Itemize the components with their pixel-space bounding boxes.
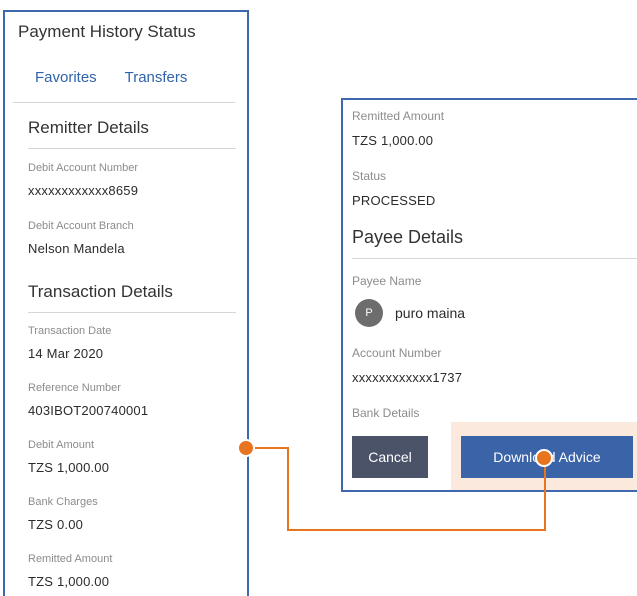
account-number-label: Account Number: [352, 346, 442, 360]
transaction-date-value: 14 Mar 2020: [28, 346, 104, 361]
callout-line: [287, 447, 289, 531]
payee-name-value: puro maina: [395, 305, 466, 321]
debit-account-branch-label: Debit Account Branch: [28, 220, 134, 232]
page-title: Payment History Status: [18, 22, 196, 41]
remitted-amount-label: Remitted Amount: [28, 553, 113, 565]
remitted-amount-value: TZS 1,000.00: [28, 574, 110, 589]
avatar: P: [355, 299, 383, 327]
tab-favorites[interactable]: Favorites: [35, 69, 97, 86]
divider: [13, 102, 235, 103]
remitted-amount-label: Remitted Amount: [352, 109, 445, 123]
bank-charges-value: TZS 0.00: [28, 517, 84, 532]
divider: [352, 258, 637, 259]
account-number-value: xxxxxxxxxxxx1737: [352, 370, 463, 385]
bank-charges-label: Bank Charges: [28, 496, 98, 508]
remitted-amount-value: TZS 1,000.00: [352, 133, 434, 148]
debit-amount-label: Debit Amount: [28, 439, 95, 451]
debit-account-branch-value: Nelson Mandela: [28, 241, 125, 256]
tab-bar: Favorites Transfers: [35, 69, 211, 86]
transaction-details-heading: Transaction Details: [28, 282, 173, 301]
callout-dot: [535, 449, 553, 467]
reference-number-label: Reference Number: [28, 382, 121, 394]
debit-account-number-value: xxxxxxxxxxxx8659: [28, 183, 139, 198]
cancel-button[interactable]: Cancel: [352, 436, 428, 478]
transaction-date-label: Transaction Date: [28, 325, 112, 337]
debit-account-number-label: Debit Account Number: [28, 162, 139, 174]
payee-details-heading: Payee Details: [352, 227, 464, 247]
divider: [28, 312, 236, 313]
payment-details-screen: Remitted Amount TZS 1,000.00 Status PROC…: [341, 98, 637, 492]
status-value: PROCESSED: [352, 193, 436, 208]
status-label: Status: [352, 169, 387, 183]
callout-dot: [237, 439, 255, 457]
callout-line: [287, 529, 546, 531]
divider: [28, 148, 236, 149]
remitter-details-heading: Remitter Details: [28, 118, 149, 137]
callout-line: [544, 457, 546, 531]
debit-amount-value: TZS 1,000.00: [28, 460, 110, 475]
bank-details-label: Bank Details: [352, 406, 420, 420]
tab-transfers[interactable]: Transfers: [125, 69, 188, 86]
payment-history-screen: Payment History Status Favorites Transfe…: [3, 10, 249, 596]
payee-name-label: Payee Name: [352, 274, 422, 288]
reference-number-value: 403IBOT200740001: [28, 403, 149, 418]
